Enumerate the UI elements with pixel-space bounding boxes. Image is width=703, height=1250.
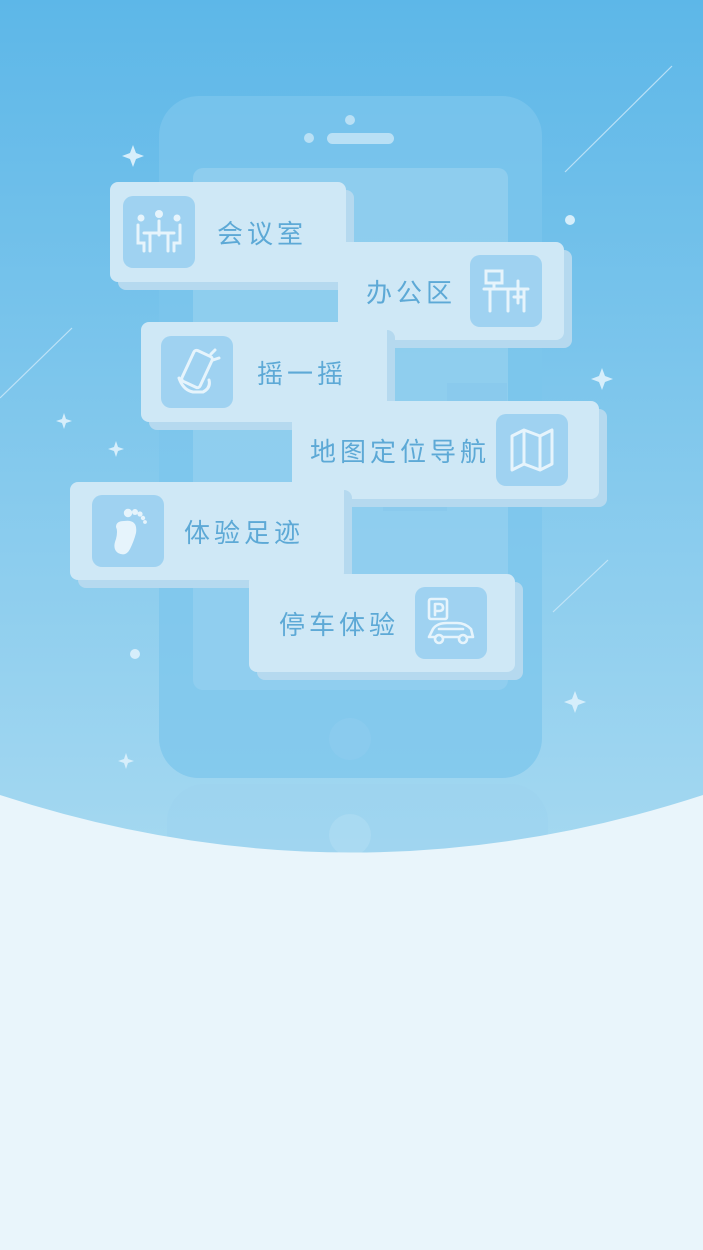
- footprints-label: 体验足迹: [184, 518, 305, 549]
- office-area-label: 办公区: [366, 278, 457, 309]
- shake-label: 摇一摇: [257, 359, 348, 390]
- parking-label: 停车体验: [279, 610, 400, 641]
- meeting-room-icon: [123, 196, 195, 268]
- footprints-card[interactable]: 体验足迹: [70, 482, 344, 580]
- parking-car-icon: [415, 587, 488, 659]
- shake-phone-icon: [161, 336, 233, 408]
- office-desk-icon: [470, 255, 543, 327]
- meeting-room-label: 会议室: [217, 219, 308, 250]
- parking-card[interactable]: 停车体验: [249, 574, 515, 672]
- map-icon: [496, 414, 569, 486]
- splash-illustration: 会议室 办公区 摇一摇 地图定位导航 体验足迹 停车体验: [0, 0, 703, 870]
- footprint-icon: [92, 495, 164, 567]
- meeting-room-card[interactable]: 会议室: [110, 182, 346, 282]
- bottom-blank-area: [0, 870, 703, 1250]
- map-navigation-label: 地图定位导航: [310, 437, 491, 468]
